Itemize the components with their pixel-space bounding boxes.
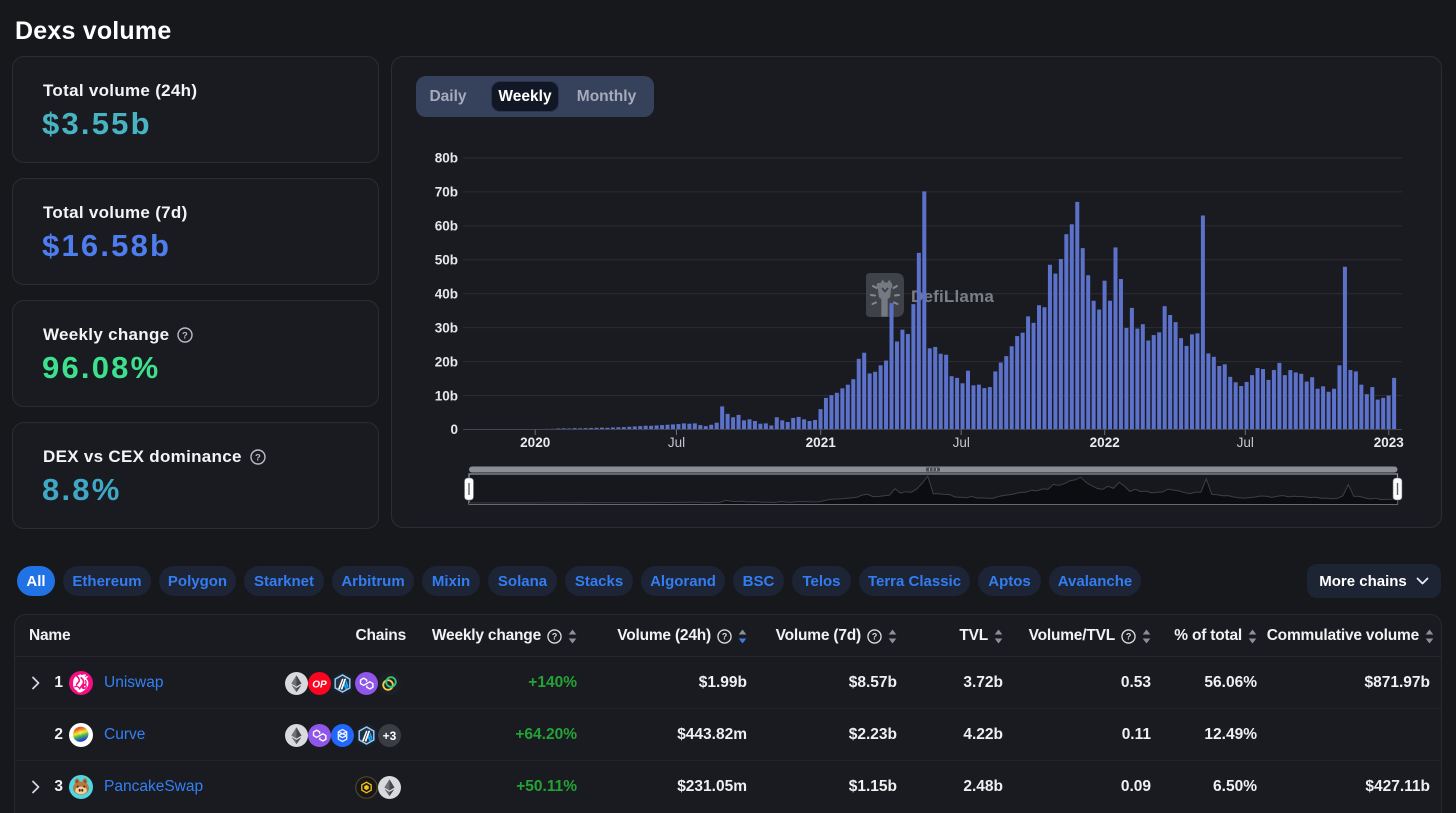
svg-text:Jul: Jul	[668, 435, 685, 450]
svg-text:?: ?	[182, 330, 188, 341]
svg-text:2021: 2021	[806, 435, 837, 450]
svg-text:?: ?	[1126, 631, 1131, 641]
svg-text:10b: 10b	[435, 388, 458, 403]
svg-text:0: 0	[450, 422, 458, 437]
svg-text:Jul: Jul	[953, 435, 970, 450]
svg-text:70b: 70b	[435, 185, 458, 200]
svg-text:20b: 20b	[435, 354, 458, 369]
svg-text:30b: 30b	[435, 320, 458, 335]
svg-text:40b: 40b	[435, 286, 458, 301]
svg-text:Jul: Jul	[1237, 435, 1254, 450]
svg-text:2023: 2023	[1374, 435, 1405, 450]
svg-text:?: ?	[872, 631, 877, 641]
svg-text:OP: OP	[312, 679, 327, 690]
svg-text:?: ?	[255, 452, 261, 463]
svg-text:?: ?	[722, 631, 727, 641]
svg-text:2022: 2022	[1090, 435, 1120, 450]
svg-text:60b: 60b	[435, 219, 458, 234]
svg-text:80b: 80b	[435, 151, 458, 166]
svg-text:50b: 50b	[435, 253, 458, 268]
svg-text:?: ?	[552, 631, 557, 641]
svg-text:2020: 2020	[520, 435, 550, 450]
svg-text:+3: +3	[383, 729, 397, 743]
